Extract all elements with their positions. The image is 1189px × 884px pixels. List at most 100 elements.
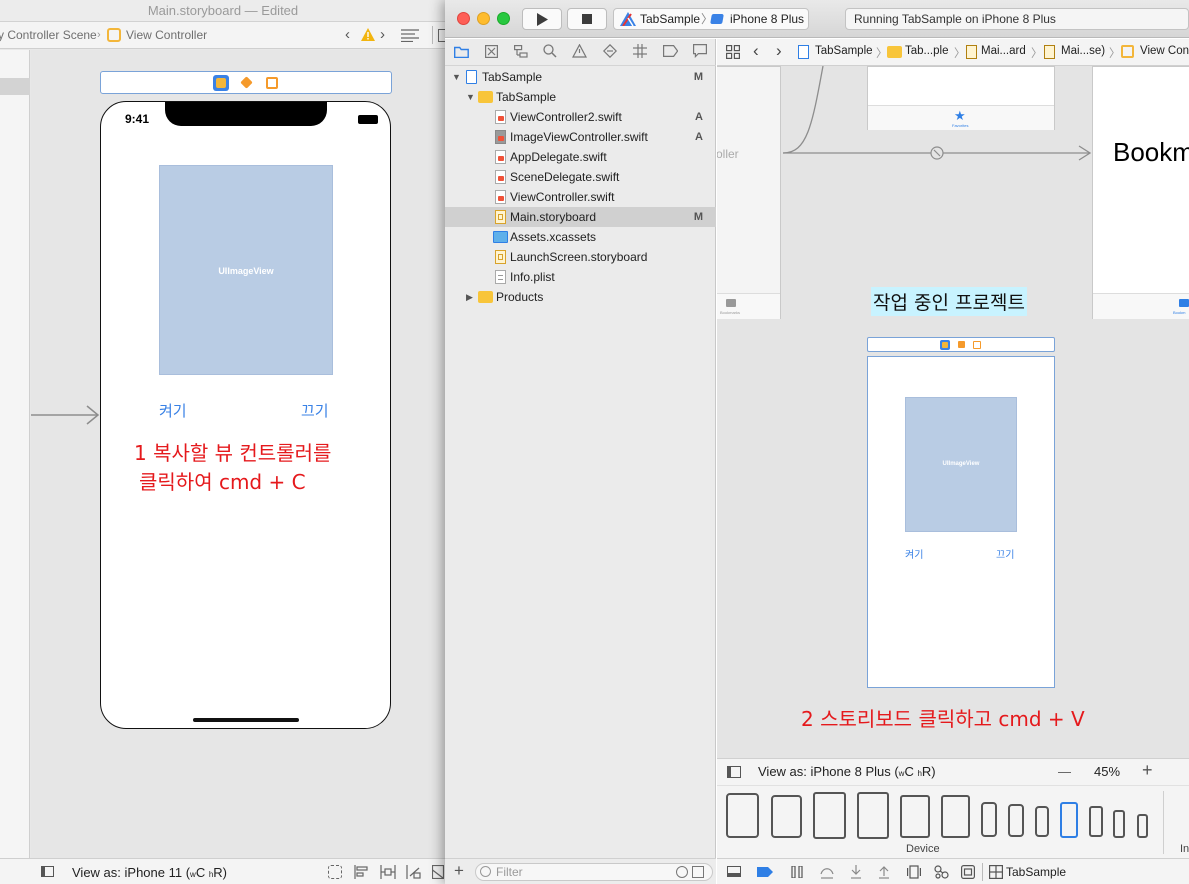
- warning-icon[interactable]: [361, 28, 375, 41]
- disclosure-right-icon[interactable]: ▶: [466, 287, 473, 307]
- breadcrumb-controller[interactable]: View Controller: [126, 28, 207, 42]
- nav-item-file[interactable]: ViewController2.swift A: [445, 107, 716, 127]
- pasted-view-controller-scene[interactable]: UIImageView 켜기 끄기: [867, 356, 1055, 688]
- align-icon[interactable]: [354, 865, 369, 879]
- off-button[interactable]: 끄기: [301, 400, 329, 421]
- scene-dock[interactable]: [867, 337, 1055, 352]
- nav-item-file[interactable]: Assets.xcassets: [445, 227, 716, 247]
- minimize-window-button[interactable]: [477, 12, 490, 25]
- simulate-location-icon[interactable]: [989, 865, 1003, 879]
- step-out-icon[interactable]: [878, 865, 890, 879]
- jump-crumb-file[interactable]: Mai...ard: [981, 45, 1026, 57]
- hide-debug-area-icon[interactable]: [727, 866, 741, 877]
- update-frames-icon[interactable]: [328, 865, 342, 879]
- iphone-se-icon[interactable]: [1113, 810, 1125, 838]
- zoom-out-button[interactable]: —: [1058, 759, 1071, 785]
- chevron-left-icon[interactable]: ‹: [345, 26, 350, 43]
- related-items-icon[interactable]: [726, 45, 740, 59]
- nav-item-project[interactable]: ▼ TabSample M: [445, 67, 716, 87]
- chevron-right-icon[interactable]: ›: [380, 26, 385, 43]
- back-icon[interactable]: ‹: [753, 41, 759, 61]
- ipad-air-icon[interactable]: [813, 792, 846, 839]
- view-controller-dock-icon[interactable]: [213, 75, 229, 91]
- storyboard-canvas[interactable]: oller Bookmarks ★ Favorites Bookm Bookm …: [717, 66, 1189, 758]
- forward-icon[interactable]: ›: [776, 41, 782, 61]
- recent-files-icon[interactable]: [676, 866, 688, 878]
- exit-icon[interactable]: [266, 77, 278, 89]
- disclosure-down-icon[interactable]: ▼: [466, 87, 475, 107]
- on-button[interactable]: 켜기: [905, 546, 923, 561]
- image-view[interactable]: UIImageView: [159, 165, 333, 375]
- favorites-scene[interactable]: ★ Favorites: [867, 66, 1055, 130]
- iphone-11-pro-icon[interactable]: [1035, 806, 1049, 837]
- list-icon[interactable]: [401, 29, 419, 42]
- nav-item-file[interactable]: Info.plist: [445, 267, 716, 287]
- outline-toggle-icon[interactable]: [727, 766, 741, 778]
- add-constraints-icon[interactable]: [380, 865, 396, 879]
- nav-item-file[interactable]: SceneDelegate.swift: [445, 167, 716, 187]
- search-icon[interactable]: [543, 44, 557, 58]
- nav-item-file-selected[interactable]: Main.storyboard M: [445, 207, 716, 227]
- ipad-9-icon[interactable]: [941, 795, 970, 838]
- resolve-issues-icon[interactable]: [406, 865, 422, 879]
- add-icon[interactable]: +: [454, 861, 464, 881]
- outline-toggle-icon[interactable]: [41, 866, 54, 877]
- run-button[interactable]: [522, 8, 562, 30]
- view-controller-dock-icon[interactable]: [940, 340, 950, 350]
- stop-button[interactable]: [567, 8, 607, 30]
- off-button[interactable]: 끄기: [996, 546, 1014, 561]
- debug-process-name[interactable]: TabSample: [1006, 865, 1066, 879]
- first-responder-icon[interactable]: [958, 341, 965, 348]
- filter-input[interactable]: Filter: [475, 863, 713, 881]
- ipad-mini-icon[interactable]: [900, 795, 930, 838]
- step-over-icon[interactable]: [820, 865, 834, 879]
- scheme-selector[interactable]: TabSample 〉 iPhone 8 Plus: [613, 8, 809, 30]
- nav-item-file[interactable]: ViewController.swift: [445, 187, 716, 207]
- source-control-icon[interactable]: [485, 45, 498, 58]
- pause-icon[interactable]: [791, 866, 803, 878]
- nav-item-file[interactable]: LaunchScreen.storyboard: [445, 247, 716, 267]
- breakpoint-icon[interactable]: [663, 45, 678, 57]
- jump-crumb-base[interactable]: Mai...se): [1061, 45, 1105, 57]
- step-into-icon[interactable]: [850, 865, 862, 879]
- ipad-pro-12-icon[interactable]: [726, 793, 759, 838]
- report-icon[interactable]: [693, 44, 707, 58]
- first-responder-icon[interactable]: [240, 76, 253, 89]
- view-as-label[interactable]: View as: iPhone 8 Plus (wC hR): [758, 759, 936, 787]
- nav-item-group[interactable]: ▼ TabSample: [445, 87, 716, 107]
- memory-graph-icon[interactable]: [934, 865, 949, 879]
- iphone-11-pro-max-icon[interactable]: [981, 802, 997, 837]
- tab-bar-controller-scene[interactable]: oller Bookmarks: [717, 66, 781, 319]
- test-icon[interactable]: [603, 44, 617, 58]
- environment-overrides-icon[interactable]: [961, 865, 975, 879]
- breadcrumb-scene[interactable]: y Controller Scene: [0, 28, 97, 42]
- on-button[interactable]: 켜기: [159, 400, 187, 421]
- folder-icon[interactable]: [454, 46, 469, 58]
- source-control-filter-icon[interactable]: [692, 866, 704, 878]
- debug-icon[interactable]: [633, 44, 647, 58]
- jump-crumb-group[interactable]: Tab...ple: [905, 45, 948, 57]
- nav-item-group[interactable]: ▶ Products: [445, 287, 716, 307]
- close-window-button[interactable]: [457, 12, 470, 25]
- ipad-icon[interactable]: [857, 792, 889, 839]
- ipad-pro-11-icon[interactable]: [771, 795, 802, 838]
- breakpoints-toggle-icon[interactable]: [757, 867, 773, 877]
- bookmarks-scene[interactable]: Bookm Bookm: [1092, 66, 1189, 319]
- iphone-8-plus-icon-selected[interactable]: [1060, 802, 1078, 838]
- jump-crumb-controller[interactable]: View Con: [1140, 45, 1189, 57]
- scene-dock[interactable]: [100, 71, 392, 94]
- view-as-label[interactable]: View as: iPhone 11 (wC hR): [72, 865, 227, 880]
- exit-icon[interactable]: [973, 341, 981, 349]
- iphone-8-icon[interactable]: [1089, 806, 1103, 837]
- nav-item-file[interactable]: ImageViewController.swift A: [445, 127, 716, 147]
- disclosure-down-icon[interactable]: ▼: [452, 67, 461, 87]
- nav-item-file[interactable]: AppDelegate.swift: [445, 147, 716, 167]
- debug-view-hierarchy-icon[interactable]: [907, 865, 921, 879]
- symbol-icon[interactable]: [514, 45, 528, 58]
- embed-in-icon[interactable]: [432, 865, 444, 879]
- iphone-4s-icon[interactable]: [1137, 814, 1148, 838]
- iphone-11-icon[interactable]: [1008, 804, 1024, 837]
- zoom-window-button[interactable]: [497, 12, 510, 25]
- issue-icon[interactable]: [572, 44, 587, 58]
- iphone-11-view-controller[interactable]: 9:41 UIImageView 켜기 끄기 1 복사할 뷰 컨트롤러를 클릭하…: [100, 101, 391, 729]
